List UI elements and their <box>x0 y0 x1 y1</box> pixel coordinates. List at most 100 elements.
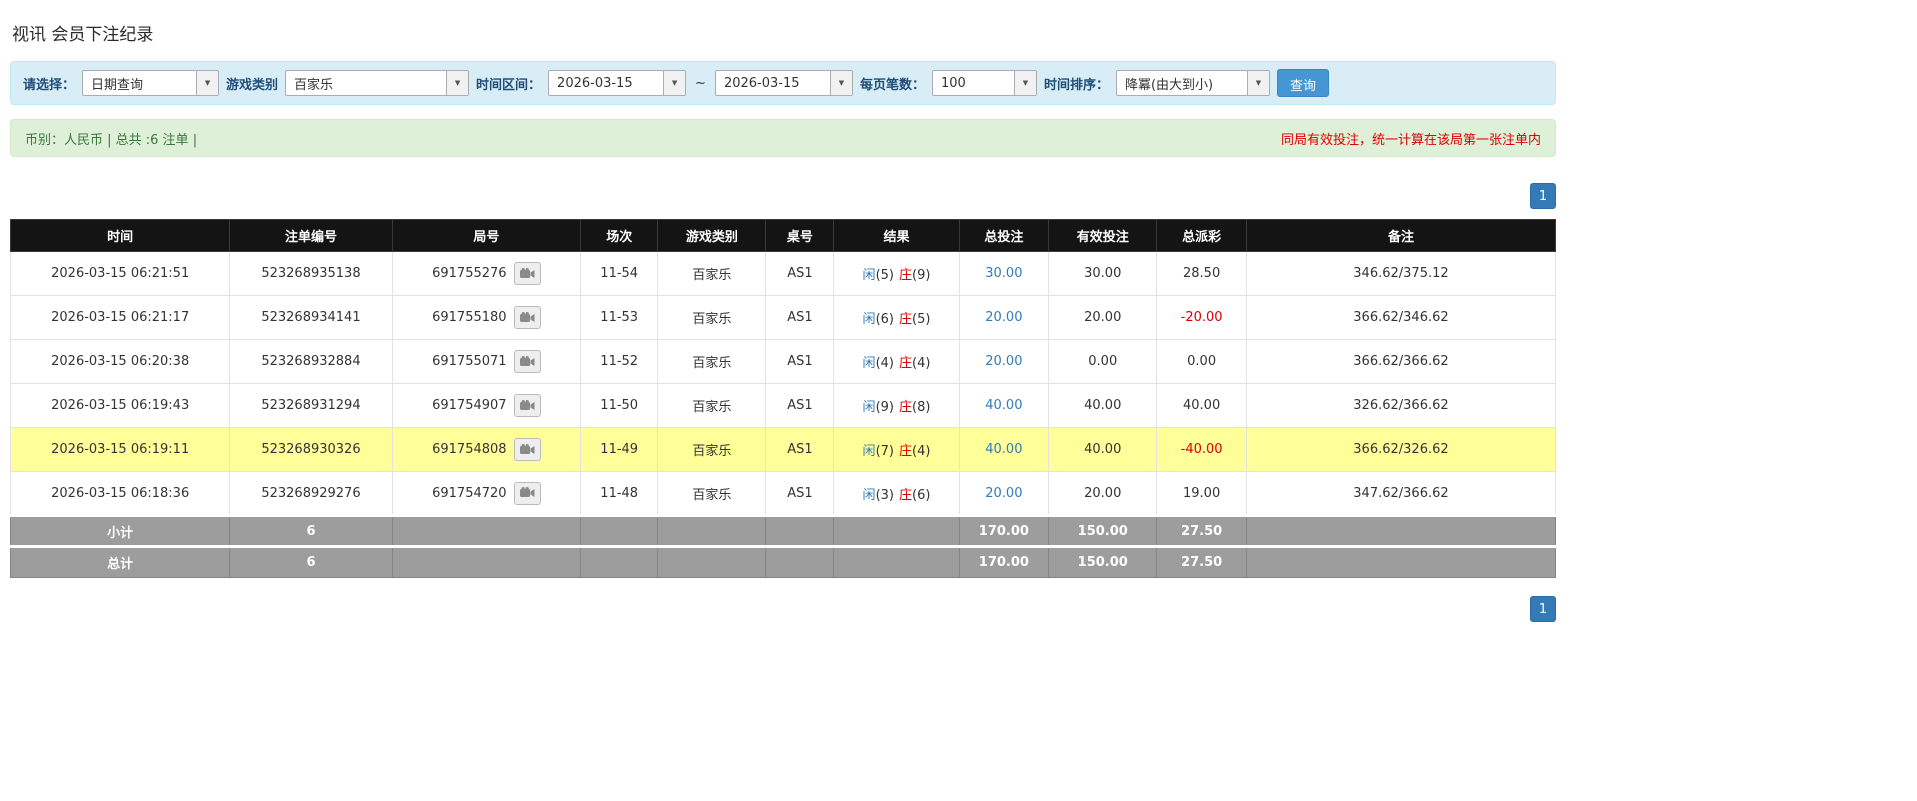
player-result-score: (4) <box>875 356 894 371</box>
cell-valid-bet: 30.00 <box>1048 251 1158 296</box>
cell-game-type: 百家乐 <box>657 251 767 296</box>
chevron-down-icon[interactable]: ▼ <box>446 71 469 95</box>
cell-total-bet: 20.00 <box>958 339 1050 384</box>
video-replay-button[interactable] <box>513 394 541 417</box>
total-bet-link[interactable]: 20.00 <box>985 486 1022 501</box>
empty-cell <box>580 514 659 547</box>
cell-result: 闲(5) 庄(9) <box>833 251 960 296</box>
empty-cell <box>765 514 835 547</box>
cell-game-type: 百家乐 <box>657 427 767 472</box>
total-bet-link[interactable]: 20.00 <box>985 354 1022 369</box>
filter-bar: 请选择： 日期查询 ▼ 游戏类别 百家乐 ▼ 时间区间： 2026-03-15 … <box>10 61 1556 105</box>
total-bet-link[interactable]: 40.00 <box>985 442 1022 457</box>
table-row: 2026-03-15 06:21:51 523268935138 6917552… <box>9 251 1557 296</box>
date-to-value: 2026-03-15 <box>723 75 800 91</box>
query-type-combobox[interactable]: 日期查询 ▼ <box>82 70 220 96</box>
round-id-text: 691755071 <box>432 354 507 369</box>
cell-round-id: 691754808 <box>391 427 582 472</box>
game-type-label: 游戏类别 <box>226 77 279 93</box>
cell-session: 11-48 <box>580 471 659 516</box>
cell-session: 11-53 <box>580 295 659 340</box>
video-replay-button[interactable] <box>513 438 541 461</box>
header-payout: 总派彩 <box>1156 219 1247 252</box>
cell-round-id: 691754907 <box>391 383 582 428</box>
empty-cell <box>1245 545 1557 578</box>
search-button[interactable]: 查询 <box>1276 69 1329 97</box>
time-sort-value: 降冪(由大到小) <box>1124 77 1214 93</box>
date-range-label: 时间区间： <box>476 77 542 93</box>
table-row: 2026-03-15 06:18:36 523268929276 6917547… <box>9 471 1557 516</box>
cell-session: 11-54 <box>580 251 659 296</box>
table-row-highlighted: 2026-03-15 06:19:11 523268930326 6917548… <box>9 427 1557 472</box>
cell-payout: 28.50 <box>1156 251 1247 296</box>
empty-cell <box>657 545 767 578</box>
pagination-top: 1 <box>10 183 1556 209</box>
header-total-bet: 总投注 <box>958 219 1050 252</box>
cell-time: 2026-03-15 06:18:36 <box>9 471 231 516</box>
table-row: 2026-03-15 06:21:17 523268934141 6917551… <box>9 295 1557 340</box>
cell-valid-bet: 40.00 <box>1048 427 1158 472</box>
page-button-1[interactable]: 1 <box>1530 596 1556 622</box>
video-replay-button[interactable] <box>513 350 541 373</box>
game-type-combobox[interactable]: 百家乐 ▼ <box>285 70 470 96</box>
total-bet-link[interactable]: 20.00 <box>985 310 1022 325</box>
pagination-bottom: 1 <box>10 596 1556 622</box>
player-result-score: (3) <box>875 487 894 503</box>
page-button-1[interactable]: 1 <box>1530 183 1556 209</box>
cell-payout: -20.00 <box>1156 295 1247 340</box>
video-camera-icon <box>519 311 535 322</box>
cell-time: 2026-03-15 06:20:38 <box>9 339 231 384</box>
grand-total-label: 总计 <box>9 545 231 578</box>
cell-valid-bet: 0.00 <box>1048 339 1158 384</box>
page-size-label: 每页笔数： <box>859 77 925 93</box>
cell-total-bet: 30.00 <box>958 251 1050 296</box>
cell-payout: 0.00 <box>1156 339 1247 384</box>
subtotal-count: 6 <box>229 514 393 547</box>
cell-bet-id: 523268934141 <box>229 295 393 340</box>
header-bet-id: 注单编号 <box>229 219 393 252</box>
banker-result-label: 庄 <box>898 444 912 459</box>
video-replay-button[interactable] <box>513 262 541 285</box>
video-camera-icon <box>519 443 535 454</box>
cell-payout: 19.00 <box>1156 471 1247 516</box>
page-size-combobox[interactable]: 100 ▼ <box>931 70 1037 96</box>
subtotal-row: 小计 6 170.00 150.00 27.50 <box>9 514 1557 547</box>
cell-time: 2026-03-15 06:21:17 <box>9 295 231 340</box>
date-from-picker[interactable]: 2026-03-15 ▼ <box>548 70 687 96</box>
chevron-down-icon[interactable]: ▼ <box>196 71 219 95</box>
chevron-down-icon[interactable]: ▼ <box>663 71 686 95</box>
banker-result-label: 庄 <box>898 356 912 371</box>
cell-round-id: 691754720 <box>391 471 582 516</box>
header-valid-bet: 有效投注 <box>1048 219 1158 252</box>
chevron-down-icon[interactable]: ▼ <box>1246 71 1269 95</box>
subtotal-payout: 27.50 <box>1156 514 1247 547</box>
cell-table-no: AS1 <box>765 427 835 472</box>
round-id-text: 691754808 <box>432 442 507 457</box>
player-result-score: (7) <box>875 444 894 459</box>
cell-valid-bet: 20.00 <box>1048 295 1158 340</box>
banker-result-score: (4) <box>912 356 931 371</box>
banker-result-label: 庄 <box>898 312 912 327</box>
total-bet-link[interactable]: 40.00 <box>985 398 1022 413</box>
header-round-id: 局号 <box>391 219 582 252</box>
cell-payout: 40.00 <box>1156 383 1247 428</box>
player-result-score: (5) <box>875 268 894 283</box>
header-session: 场次 <box>580 219 659 252</box>
player-result-label: 闲 <box>862 487 876 503</box>
empty-cell <box>765 545 835 578</box>
video-replay-button[interactable] <box>513 481 541 505</box>
grand-total-valid-bet: 150.00 <box>1048 545 1158 578</box>
chevron-down-icon[interactable]: ▼ <box>829 71 852 95</box>
chevron-down-icon[interactable]: ▼ <box>1013 71 1036 95</box>
empty-cell <box>657 514 767 547</box>
banker-result-label: 庄 <box>898 400 912 415</box>
total-bet-link[interactable]: 30.00 <box>985 266 1022 281</box>
grand-total-count: 6 <box>229 545 393 578</box>
date-to-picker[interactable]: 2026-03-15 ▼ <box>714 70 853 96</box>
date-from-value: 2026-03-15 <box>557 75 633 91</box>
cell-note: 366.62/366.62 <box>1245 339 1557 384</box>
time-sort-combobox[interactable]: 降冪(由大到小) ▼ <box>1115 70 1270 96</box>
cell-table-no: AS1 <box>765 295 835 340</box>
video-replay-button[interactable] <box>513 306 541 329</box>
cell-result: 闲(4) 庄(4) <box>833 339 960 384</box>
